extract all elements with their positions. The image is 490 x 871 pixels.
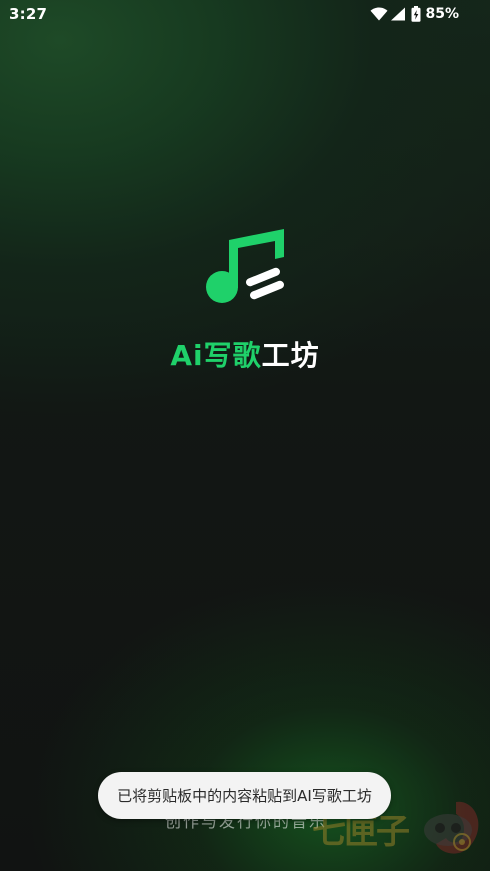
battery-charging-icon	[411, 6, 421, 22]
splash-screen: 3:27 85% Ai写歌工坊 创作与发行你的音乐 七匣子 已将剪贴板中的内容粘…	[0, 0, 490, 871]
status-time: 3:27	[9, 5, 48, 23]
cell-signal-icon	[391, 7, 406, 21]
app-title: Ai写歌工坊	[0, 334, 490, 374]
wifi-icon	[370, 7, 388, 21]
clipboard-toast: 已将剪贴板中的内容粘贴到AI写歌工坊	[98, 772, 391, 819]
watermark-mascot-icon	[424, 801, 479, 854]
status-icons: 85%	[370, 4, 459, 24]
battery-percent: 85%	[425, 6, 459, 22]
app-title-rest: 工坊	[261, 339, 320, 372]
music-note-icon	[206, 229, 284, 303]
toast-message: 已将剪贴板中的内容粘贴到AI写歌工坊	[117, 787, 372, 805]
status-bar: 3:27 85%	[0, 0, 490, 28]
app-title-accent: Ai写歌	[170, 339, 262, 372]
